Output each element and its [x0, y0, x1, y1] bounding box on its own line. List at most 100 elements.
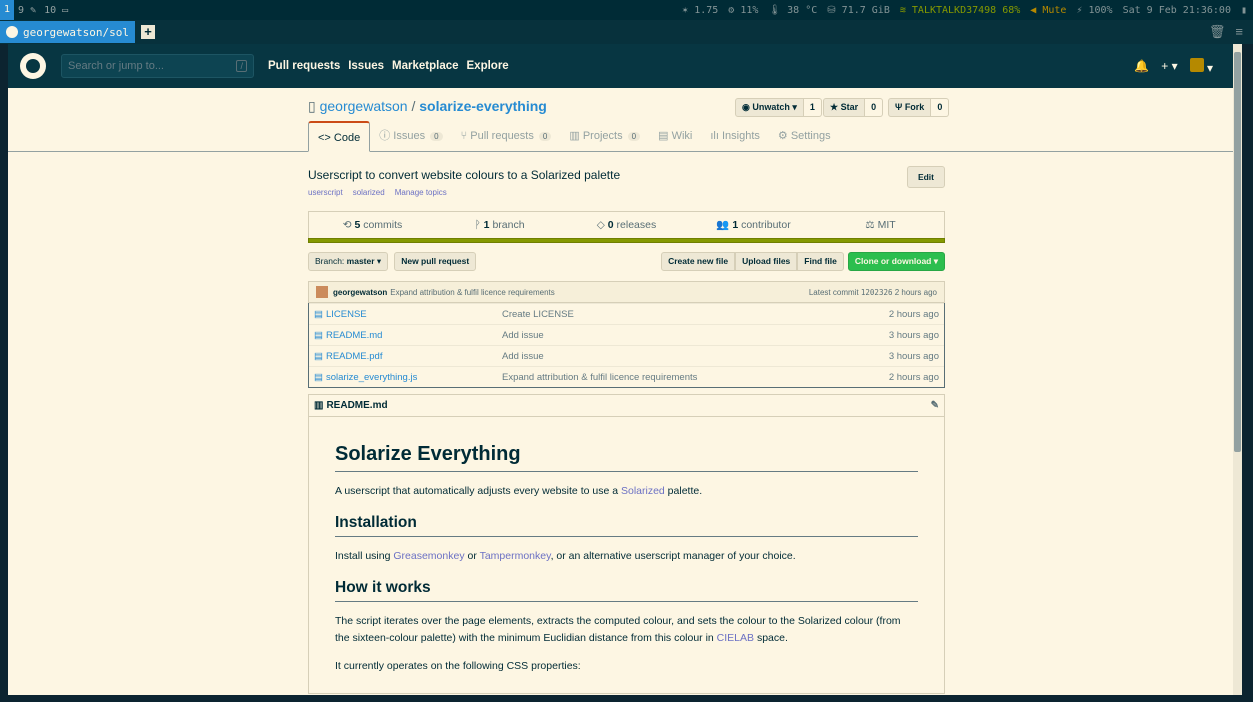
file-link[interactable]: ▤ solarize_everything.js [314, 367, 502, 387]
greasemonkey-link[interactable]: Greasemonkey [393, 550, 464, 562]
workspace-1[interactable]: 1 [0, 0, 15, 20]
github-favicon-icon [6, 26, 18, 38]
language-bar[interactable] [308, 238, 945, 243]
disk-indicator: ⛁ 71.7 GiB [827, 4, 890, 16]
tab-issues[interactable]: ⓘ Issues 0 [370, 121, 451, 152]
scrollbar[interactable] [1233, 44, 1242, 695]
system-status-bar: 1 9 ✎ 10 ▭ ✶ 1.75 ⚙ 11% 🌡 38 °C ⛁ 71.7 G… [0, 0, 1253, 20]
readme-title: Solarize Everything [335, 443, 918, 472]
star-count[interactable]: 0 [865, 98, 884, 117]
history-icon: ⟲ [342, 219, 352, 231]
nav-explore[interactable]: Explore [467, 60, 509, 72]
tampermonkey-link[interactable]: Tampermonkey [480, 550, 551, 562]
topic-tag[interactable]: userscript [308, 188, 343, 197]
create-file-button[interactable]: Create new file [661, 252, 736, 271]
readme-intro: A userscript that automatically adjusts … [335, 485, 703, 497]
browser-tab-active[interactable]: georgewatson/sol [0, 21, 135, 43]
file-commit-message[interactable]: Create LICENSE [502, 304, 889, 324]
file-link[interactable]: ▤ README.md [314, 325, 502, 345]
scrollbar-thumb[interactable] [1234, 52, 1241, 452]
file-commit-message[interactable]: Expand attribution & fulfil licence requ… [502, 367, 889, 387]
graph-icon: ılı [710, 130, 719, 142]
tab-code[interactable]: <> Code [308, 121, 371, 152]
css-properties-intro: It currently operates on the following C… [335, 660, 581, 672]
topic-tag[interactable]: solarized [353, 188, 385, 197]
branch-select[interactable]: Branch: master ▾ [308, 252, 389, 271]
table-row: ▤ README.pdf Add issue 3 hours ago [309, 345, 944, 366]
workspace-9[interactable]: 9 ✎ [14, 5, 40, 16]
nav-marketplace[interactable]: Marketplace [392, 60, 458, 72]
book-icon: ▥ [314, 400, 324, 411]
file-age: 3 hours ago [888, 351, 939, 362]
releases-stat[interactable]: ◇ 0 releases [563, 212, 690, 238]
browser-tab-bar: georgewatson/sol + 🗑 ≡ [0, 20, 1253, 44]
user-menu[interactable]: ▾ [1189, 57, 1213, 75]
fork-group: Ψ Fork 0 [888, 98, 950, 117]
bell-icon[interactable]: 🔔 [1134, 59, 1149, 73]
wifi-icon: ≋ [899, 4, 906, 16]
repo-tabs: <> Code ⓘ Issues 0 ⑂ Pull requests 0 ▥ P… [308, 121, 840, 152]
clone-button[interactable]: Clone or download ▾ [847, 252, 945, 271]
nav-issues[interactable]: Issues [348, 60, 384, 72]
menu-icon[interactable]: ≡ [1235, 24, 1243, 40]
unwatch-button[interactable]: ◉ Unwatch ▾ [735, 98, 804, 117]
workspace-10[interactable]: 10 ▭ [40, 5, 72, 16]
commit-message[interactable]: Expand attribution & fulfil licence requ… [390, 288, 555, 297]
tab-pull-requests[interactable]: ⑂ Pull requests 0 [452, 121, 561, 152]
plus-icon[interactable]: + ▾ [1161, 59, 1177, 73]
avatar[interactable] [316, 286, 328, 298]
nav-pull-requests[interactable]: Pull requests [268, 60, 340, 72]
file-link[interactable]: ▤ LICENSE [314, 304, 502, 324]
file-icon: ▤ [314, 372, 323, 383]
new-pull-request-button[interactable]: New pull request [394, 252, 477, 271]
star-group: ★ Star 0 [823, 98, 884, 117]
file-commit-message[interactable]: Add issue [502, 346, 889, 366]
commit-sha[interactable]: 1202326 [861, 288, 893, 297]
tab-wiki[interactable]: ▤ Wiki [649, 121, 701, 152]
upload-files-button[interactable]: Upload files [735, 252, 798, 271]
commit-author[interactable]: georgewatson [333, 288, 387, 297]
cpu-icon: ⚙ [728, 4, 735, 16]
branches-stat[interactable]: ᚹ 1 branch [436, 212, 563, 238]
tab-settings[interactable]: ⚙ Settings [769, 121, 840, 152]
disk-icon: ⛁ [827, 4, 836, 16]
file-link[interactable]: ▤ README.pdf [314, 346, 502, 366]
contributors-stat[interactable]: 👥 1 contributor [690, 212, 817, 238]
table-row: ▤ README.md Add issue 3 hours ago [309, 324, 944, 345]
fork-button[interactable]: Ψ Fork [888, 98, 932, 117]
new-tab-button[interactable]: + [141, 25, 155, 39]
pencil-icon[interactable]: ✎ [931, 400, 939, 411]
avatar [1189, 57, 1204, 72]
tab-insights[interactable]: ılı Insights [701, 121, 769, 152]
installation-heading: Installation [335, 514, 918, 537]
cielab-link[interactable]: CIELAB [717, 632, 754, 644]
watch-count[interactable]: 1 [803, 98, 822, 117]
trash-icon[interactable]: 🗑 [1209, 24, 1226, 40]
star-button[interactable]: ★ Star [823, 98, 866, 117]
repo-name-link[interactable]: solarize-everything [419, 98, 547, 114]
topics-list: userscript solarized Manage topics [308, 188, 945, 197]
load-icon: ✶ [682, 4, 689, 16]
repo-title: ▯ georgewatson / solarize-everything [308, 98, 547, 114]
search-input[interactable]: Search or jump to... / [61, 54, 254, 78]
fork-icon: Ψ [895, 102, 903, 112]
table-row: ▤ LICENSE Create LICENSE 2 hours ago [309, 303, 944, 324]
license-stat[interactable]: ⚖ MIT [817, 212, 944, 238]
branch-icon: ᚹ [474, 219, 481, 231]
fork-count[interactable]: 0 [931, 98, 950, 117]
edit-button[interactable]: Edit [906, 166, 945, 188]
plug-icon: ⚡ [1076, 4, 1083, 16]
battery-indicator: ⚡ 100% [1076, 4, 1113, 16]
github-logo-icon[interactable] [20, 53, 46, 79]
find-file-button[interactable]: Find file [797, 252, 844, 271]
file-commit-message[interactable]: Add issue [502, 325, 889, 345]
how-it-works-text: The script iterates over the page elemen… [335, 615, 901, 644]
solarized-link[interactable]: Solarized [621, 485, 665, 497]
tab-projects[interactable]: ▥ Projects 0 [560, 121, 649, 152]
commits-stat[interactable]: ⟲ 5 commits [309, 212, 436, 238]
browser-viewport: Search or jump to... / Pull requests Iss… [8, 44, 1233, 695]
manage-topics-link[interactable]: Manage topics [395, 188, 447, 197]
repo-owner-link[interactable]: georgewatson [320, 98, 408, 114]
law-icon: ⚖ [865, 219, 875, 231]
battery-icon: ▮ [1240, 4, 1247, 16]
